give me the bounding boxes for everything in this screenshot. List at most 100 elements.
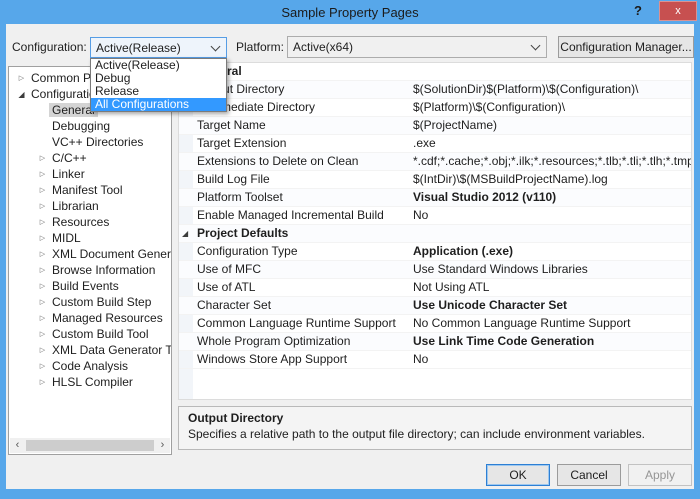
configuration-option[interactable]: Active(Release) [91, 59, 226, 72]
tree-item-label: MIDL [52, 231, 81, 245]
grid-row: Use of MFC Use Standard Windows Libraries [179, 261, 691, 279]
configuration-option[interactable]: Debug [91, 72, 226, 85]
grid-rows: ◢GeneralOutput Directory$(SolutionDir)$(… [179, 63, 691, 369]
grid-row: Whole Program Optimization Use Link Time … [179, 333, 691, 351]
grid-row: Platform Toolset Visual Studio 2012 (v110… [179, 189, 691, 207]
property-name: Extensions to Delete on Clean [197, 154, 359, 168]
configuration-manager-button[interactable]: Configuration Manager... [558, 36, 694, 58]
tree-expander-icon[interactable]: ▷ [36, 186, 49, 194]
property-tree: ▷Common Properties◢Configuration Propert… [9, 70, 171, 438]
tree-item[interactable]: ▷ Linker [9, 166, 171, 182]
tree-item-label: C/C++ [52, 151, 87, 165]
tree-expander-icon[interactable]: ▷ [36, 170, 49, 178]
description-panel: Output Directory Specifies a relative pa… [178, 406, 692, 450]
grid-row: Target Extension .exe [179, 135, 691, 153]
tree-expander-icon[interactable]: ▷ [36, 378, 49, 386]
chevron-down-icon [210, 41, 221, 51]
property-name: Build Log File [197, 172, 270, 186]
tree-item[interactable]: ▷ Librarian [9, 198, 171, 214]
property-value[interactable]: Not Using ATL [413, 279, 691, 296]
scroll-left-icon[interactable]: ‹ [10, 438, 25, 453]
tree-expander-icon[interactable]: ▷ [36, 154, 49, 162]
tree-expander-icon[interactable]: ▷ [36, 314, 49, 322]
property-value[interactable]: $(IntDir)\$(MSBuildProjectName).log [413, 171, 691, 188]
property-value[interactable]: Use Link Time Code Generation [413, 333, 691, 350]
tree-item[interactable]: ▷ Managed Resources [9, 310, 171, 326]
grid-row: Use of ATL Not Using ATL [179, 279, 691, 297]
tree-item[interactable]: ▷ Manifest Tool [9, 182, 171, 198]
configuration-combobox[interactable]: Active(Release) [90, 37, 227, 58]
tree-expander-icon[interactable]: ▷ [36, 250, 49, 258]
scrollbar-thumb[interactable] [26, 440, 154, 451]
tree-expander-icon[interactable]: ▷ [36, 362, 49, 370]
property-value[interactable]: $(SolutionDir)$(Platform)\$(Configuratio… [413, 81, 691, 98]
property-value[interactable]: No Common Language Runtime Support [413, 315, 691, 332]
tree-item-label: Custom Build Step [52, 295, 152, 309]
tree-item[interactable]: ▷ Browse Information [9, 262, 171, 278]
property-tree-panel: ▷Common Properties◢Configuration Propert… [8, 66, 172, 455]
grid-section-header[interactable]: ◢ Project Defaults [179, 225, 691, 243]
property-value[interactable]: No [413, 351, 691, 368]
tree-item[interactable]: ▷ Custom Build Tool [9, 326, 171, 342]
tree-item[interactable]: ▷ Resources [9, 214, 171, 230]
grid-row: Intermediate Directory $(Platform)\$(Conf… [179, 99, 691, 117]
configuration-label: Configuration: [12, 40, 87, 54]
grid-row: Enable Managed Incremental Build No [179, 207, 691, 225]
cancel-button[interactable]: Cancel [557, 464, 621, 486]
tree-expander-icon[interactable]: ▷ [36, 202, 49, 210]
platform-combobox[interactable]: Active(x64) [287, 36, 547, 58]
help-button[interactable]: ? [628, 1, 648, 21]
tree-item-label: Code Analysis [52, 359, 129, 373]
property-value[interactable]: Application (.exe) [413, 243, 691, 260]
tree-item[interactable]: Debugging [9, 118, 171, 134]
property-value[interactable]: Use Standard Windows Libraries [413, 261, 691, 278]
platform-label: Platform: [236, 40, 285, 54]
tree-expander-icon[interactable]: ▷ [36, 266, 49, 274]
property-value[interactable]: $(ProjectName) [413, 117, 691, 134]
tree-item[interactable]: ▷ HLSL Compiler [9, 374, 171, 390]
property-name: Common Language Runtime Support [197, 316, 396, 330]
property-value[interactable]: $(Platform)\$(Configuration)\ [413, 99, 691, 116]
property-name: Character Set [197, 298, 272, 312]
tree-expander-icon[interactable]: ▷ [36, 330, 49, 338]
close-button[interactable]: x [659, 1, 697, 21]
tree-horizontal-scrollbar[interactable]: ‹ › [10, 438, 170, 453]
section-expander-icon[interactable]: ◢ [182, 225, 192, 242]
property-name: Target Extension [197, 136, 287, 150]
tree-expander-icon[interactable]: ▷ [15, 74, 28, 82]
apply-button[interactable]: Apply [628, 464, 692, 486]
property-value[interactable]: Use Unicode Character Set [413, 297, 691, 314]
tree-item[interactable]: ▷ Code Analysis [9, 358, 171, 374]
tree-item[interactable]: ▷XML Document Generator [9, 246, 171, 262]
tree-expander-icon[interactable]: ▷ [36, 282, 49, 290]
grid-row: Extensions to Delete on Clean *.cdf;*.cac… [179, 153, 691, 171]
ok-button[interactable]: OK [486, 464, 550, 486]
tree-item[interactable]: ▷ Custom Build Step [9, 294, 171, 310]
grid-section-header[interactable]: ◢General [179, 63, 691, 81]
tree-expander-icon[interactable]: ◢ [15, 90, 28, 99]
property-value[interactable]: .exe [413, 135, 691, 152]
tree-item-label: XML Data Generator Tool [52, 343, 171, 357]
close-icon: x [675, 5, 681, 17]
configuration-combobox-value: Active(Release) [96, 40, 181, 55]
tree-item[interactable]: ▷ C/C++ [9, 150, 171, 166]
tree-expander-icon[interactable]: ▷ [36, 298, 49, 306]
tree-item-label: XML Document Generator [52, 247, 171, 261]
configuration-option[interactable]: All Configurations [91, 98, 226, 111]
configuration-option[interactable]: Release [91, 85, 226, 98]
tree-expander-icon[interactable]: ▷ [36, 218, 49, 226]
property-value[interactable]: No [413, 207, 691, 224]
tree-item[interactable]: VC++ Directories [9, 134, 171, 150]
property-name: Target Name [197, 118, 266, 132]
property-pages-dialog: Sample Property Pages ? x Configuration:… [0, 0, 700, 499]
tree-item-label: VC++ Directories [52, 135, 144, 149]
property-value[interactable]: Visual Studio 2012 (v110) [413, 189, 691, 206]
grid-section-title: Project Defaults [197, 226, 289, 240]
tree-item[interactable]: ▷ MIDL [9, 230, 171, 246]
tree-item[interactable]: ▷XML Data Generator Tool [9, 342, 171, 358]
tree-item[interactable]: ▷ Build Events [9, 278, 171, 294]
property-value[interactable]: *.cdf;*.cache;*.obj;*.ilk;*.resources;*.… [413, 153, 691, 170]
tree-expander-icon[interactable]: ▷ [36, 346, 49, 354]
scroll-right-icon[interactable]: › [155, 438, 170, 453]
tree-expander-icon[interactable]: ▷ [36, 234, 49, 242]
